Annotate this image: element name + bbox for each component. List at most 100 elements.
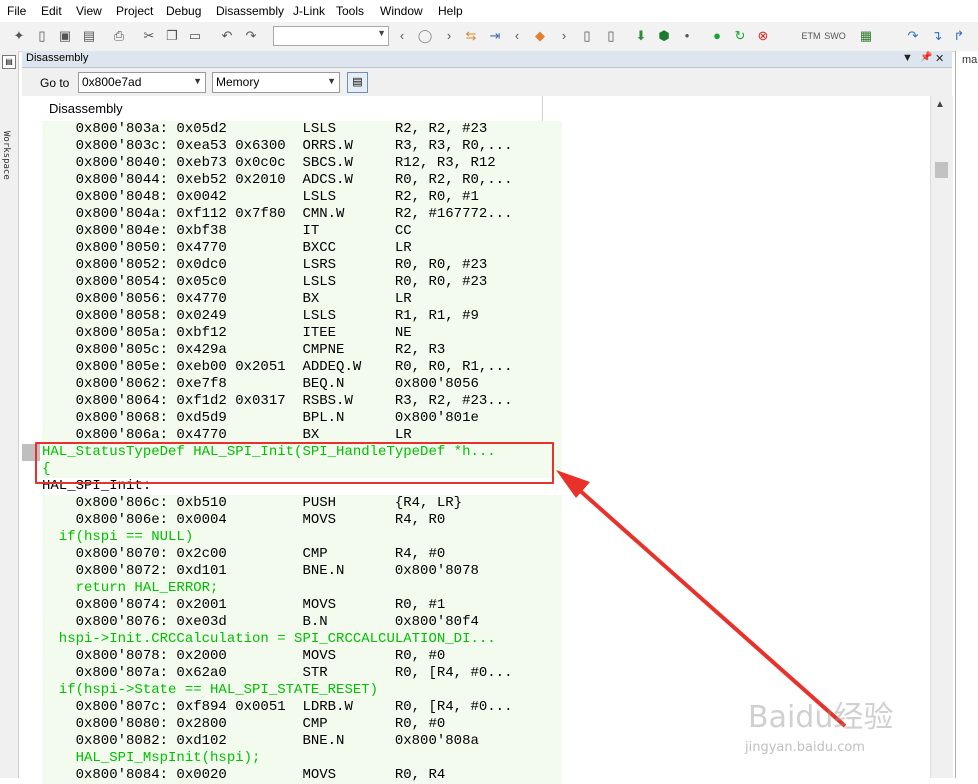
toolbar: ✦ ▯ ▣ ▤ ⎙ ✂ ❐ ▭ ↶ ↷ ▼ ‹ ◯ › ⇆ ⇥ ‹ ◆ › ▯ … [0, 22, 978, 52]
replace-icon[interactable]: ⇆ [462, 27, 480, 45]
goto-bar: Go to 0x800e7ad ▼ Memory ▼ ▤ [22, 68, 952, 96]
memory-zone-select[interactable]: Memory ▼ [212, 72, 340, 93]
back-icon[interactable]: ‹ [393, 27, 411, 45]
instruction-line[interactable]: 0x800'8082: 0xd102 BNE.N 0x800'808a [42, 733, 562, 750]
workspace-icon[interactable]: ▤ [2, 55, 16, 69]
menu-disassembly[interactable]: Disassembly [216, 4, 284, 18]
etm-button[interactable]: ETM [800, 27, 822, 45]
instruction-line[interactable]: 0x800'8064: 0xf1d2 0x0317 RSBS.W R3, R2,… [42, 393, 562, 410]
save-icon[interactable]: ▣ [56, 27, 74, 45]
copy-icon[interactable]: ❐ [163, 27, 181, 45]
menu-file[interactable]: File [7, 4, 26, 18]
panel-menu-icon[interactable]: ▼ [902, 52, 913, 64]
instruction-line[interactable]: 0x800'8072: 0xd101 BNE.N 0x800'8078 [42, 563, 562, 580]
menu-jlink[interactable]: J-Link [293, 4, 325, 18]
print-icon[interactable]: ⎙ [110, 27, 128, 45]
instruction-line[interactable]: 0x800'8054: 0x05c0 LSLS R0, R0, #23 [42, 274, 562, 291]
right-pane-tab[interactable]: ma [962, 54, 977, 66]
instruction-line[interactable]: 0x800'804e: 0xbf38 IT CC [42, 223, 562, 240]
disassembly-column-header[interactable]: Disassembly [42, 96, 543, 122]
goto-label: Go to [40, 76, 70, 90]
prev-bookmark-icon[interactable]: ▯ [578, 27, 596, 45]
go-icon[interactable]: ● [708, 27, 726, 45]
goto-line-icon[interactable]: ⇥ [486, 27, 504, 45]
watermark-url: jingyan.baidu.com [745, 740, 865, 755]
source-line[interactable]: HAL_SPI_MspInit(hspi); [42, 750, 562, 767]
gutter[interactable] [22, 96, 40, 778]
source-line[interactable]: return HAL_ERROR; [42, 580, 562, 597]
menu-edit[interactable]: Edit [41, 4, 62, 18]
new-document-icon[interactable]: ▯ [33, 27, 51, 45]
chevron-down-icon[interactable]: ▼ [193, 76, 202, 86]
menu-window[interactable]: Window [380, 4, 423, 18]
paste-icon[interactable]: ▭ [186, 27, 204, 45]
instruction-line[interactable]: 0x800'8070: 0x2c00 CMP R4, #0 [42, 546, 562, 563]
disassembly-view[interactable]: Disassembly 0x800'803a: 0x05d2 LSLS R2, … [22, 96, 952, 784]
step-into-icon[interactable]: ↴ [928, 27, 946, 45]
new-file-icon[interactable]: ✦ [10, 27, 28, 45]
instruction-line[interactable]: 0x800'8068: 0xd5d9 BPL.N 0x800'801e [42, 410, 562, 427]
instruction-line[interactable]: 0x800'8050: 0x4770 BXCC LR [42, 240, 562, 257]
instruction-line[interactable]: 0x800'805c: 0x429a CMPNE R2, R3 [42, 342, 562, 359]
step-out-icon[interactable]: ↱ [950, 27, 968, 45]
instruction-line[interactable]: 0x800'804a: 0xf112 0x7f80 CMN.W R2, #167… [42, 206, 562, 223]
search-combo[interactable]: ▼ [273, 26, 389, 46]
undo-icon[interactable]: ↶ [218, 27, 236, 45]
instruction-line[interactable]: 0x800'803a: 0x05d2 LSLS R2, R2, #23 [42, 121, 562, 138]
instruction-line[interactable]: 0x800'8040: 0xeb73 0x0c0c SBCS.W R12, R3… [42, 155, 562, 172]
source-line[interactable]: if(hspi == NULL) [42, 529, 562, 546]
scrollbar-thumb[interactable] [935, 162, 948, 178]
next-bookmark-icon[interactable]: ▯ [602, 27, 620, 45]
goto-address-combo[interactable]: 0x800e7ad ▼ [78, 72, 206, 93]
instruction-line[interactable]: 0x800'807a: 0x62a0 STR R0, [R4, #0... [42, 665, 562, 682]
vertical-scrollbar[interactable]: ▲ [930, 96, 953, 778]
instruction-line[interactable]: 0x800'8076: 0xe03d B.N 0x800'80f4 [42, 614, 562, 631]
instruction-line[interactable]: 0x800'807c: 0xf894 0x0051 LDRB.W R0, [R4… [42, 699, 562, 716]
instruction-line[interactable]: 0x800'8080: 0x2800 CMP R0, #0 [42, 716, 562, 733]
prev-icon[interactable]: ‹ [508, 27, 526, 45]
document-icon[interactable]: ▤ [347, 72, 368, 93]
menu-tools[interactable]: Tools [336, 4, 364, 18]
instruction-line[interactable]: 0x800'8048: 0x0042 LSLS R2, R0, #1 [42, 189, 562, 206]
source-line[interactable]: if(hspi->State == HAL_SPI_STATE_RESET) [42, 682, 562, 699]
menu-project[interactable]: Project [116, 4, 153, 18]
chevron-down-icon: ▼ [377, 28, 386, 38]
menu-help[interactable]: Help [438, 4, 463, 18]
redo-icon[interactable]: ↷ [242, 27, 260, 45]
instruction-line[interactable]: 0x800'8084: 0x0020 MOVS R0, R4 [42, 767, 562, 784]
bookmark-icon[interactable]: ◆ [531, 27, 549, 45]
instruction-line[interactable]: 0x800'8078: 0x2000 MOVS R0, #0 [42, 648, 562, 665]
instruction-line[interactable]: 0x800'8056: 0x4770 BX LR [42, 291, 562, 308]
find-icon[interactable]: ◯ [416, 27, 434, 45]
debug-icon[interactable]: ⬢ [655, 27, 673, 45]
chevron-down-icon[interactable]: ▼ [327, 76, 336, 86]
toggle-breakpoint-icon[interactable]: • [678, 27, 696, 45]
scroll-up-icon[interactable]: ▲ [935, 99, 945, 110]
instruction-line[interactable]: 0x800'805a: 0xbf12 ITEE NE [42, 325, 562, 342]
next-icon[interactable]: › [555, 27, 573, 45]
menu-debug[interactable]: Debug [166, 4, 201, 18]
instruction-line[interactable]: 0x800'805e: 0xeb00 0x2051 ADDEQ.W R0, R0… [42, 359, 562, 376]
source-line[interactable]: hspi->Init.CRCCalculation = SPI_CRCCALCU… [42, 631, 562, 648]
layout-icon[interactable]: ▦ [857, 27, 875, 45]
download-icon[interactable]: ⬇ [632, 27, 650, 45]
stop-icon[interactable]: ⊗ [754, 27, 772, 45]
instruction-line[interactable]: 0x800'806e: 0x0004 MOVS R4, R0 [42, 512, 562, 529]
workspace-strip[interactable]: ▤ Workspace [0, 51, 19, 778]
instruction-line[interactable]: 0x800'8058: 0x0249 LSLS R1, R1, #9 [42, 308, 562, 325]
find-next-icon[interactable]: › [440, 27, 458, 45]
swo-button[interactable]: SWO [824, 27, 846, 45]
menu-view[interactable]: View [76, 4, 102, 18]
step-over-icon[interactable]: ↷ [904, 27, 922, 45]
reset-icon[interactable]: ↻ [731, 27, 749, 45]
instruction-line[interactable]: 0x800'8052: 0x0dc0 LSRS R0, R0, #23 [42, 257, 562, 274]
instruction-line[interactable]: 0x800'806c: 0xb510 PUSH {R4, LR} [42, 495, 562, 512]
pin-icon[interactable]: 📌 [920, 52, 932, 63]
cut-icon[interactable]: ✂ [140, 27, 158, 45]
instruction-line[interactable]: 0x800'8044: 0xeb52 0x2010 ADCS.W R0, R2,… [42, 172, 562, 189]
instruction-line[interactable]: 0x800'8074: 0x2001 MOVS R0, #1 [42, 597, 562, 614]
instruction-line[interactable]: 0x800'803c: 0xea53 0x6300 ORRS.W R3, R3,… [42, 138, 562, 155]
instruction-line[interactable]: 0x800'8062: 0xe7f8 BEQ.N 0x800'8056 [42, 376, 562, 393]
save-all-icon[interactable]: ▤ [80, 27, 98, 45]
close-icon[interactable]: ✕ [935, 52, 944, 65]
